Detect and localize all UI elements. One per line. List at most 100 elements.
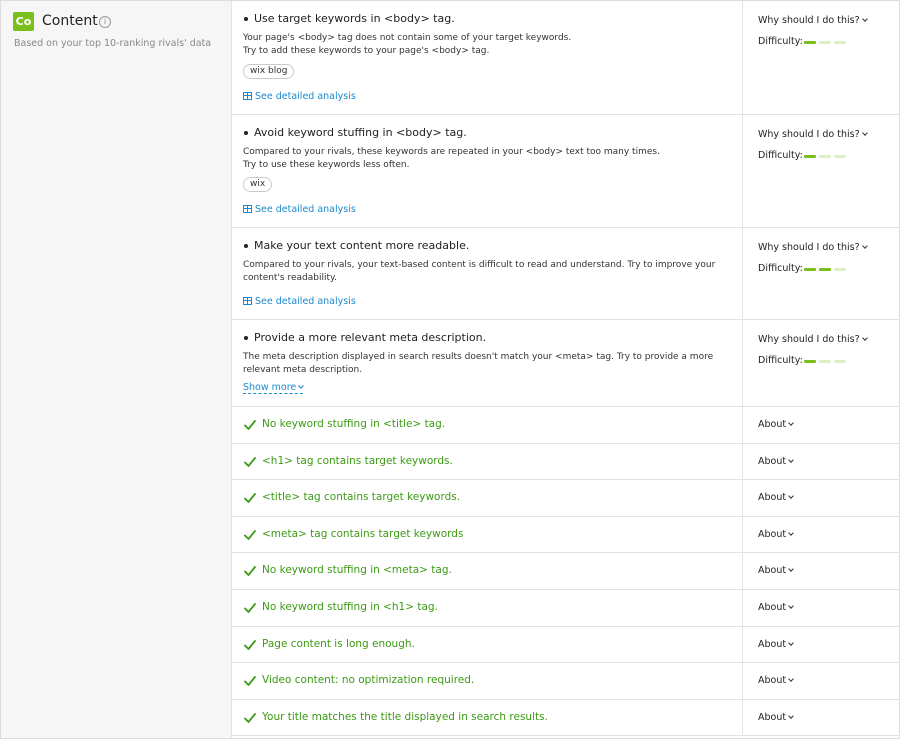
difficulty-bar xyxy=(819,268,831,271)
check-icon xyxy=(244,493,256,504)
chevron-down-icon xyxy=(788,493,794,500)
passed-check-text: Video content: no optimization required. xyxy=(262,674,475,687)
passed-check-text: No keyword stuffing in <title> tag. xyxy=(262,418,446,430)
passed-check-text: No keyword stuffing in <h1> tag. xyxy=(262,601,438,613)
check-icon xyxy=(244,529,256,540)
chevron-down-icon xyxy=(861,16,868,22)
why-toggle[interactable]: Why should I do this? xyxy=(758,334,868,345)
difficulty-bar xyxy=(834,360,846,363)
check-icon xyxy=(244,639,256,650)
check-icon xyxy=(244,566,256,577)
difficulty-bar xyxy=(819,155,831,158)
about-toggle[interactable]: About xyxy=(758,602,794,613)
info-icon[interactable]: i xyxy=(99,16,111,28)
see-analysis-link[interactable]: See detailed analysis xyxy=(243,296,356,307)
about-toggle[interactable]: About xyxy=(758,675,794,686)
check-icon xyxy=(244,456,256,467)
difficulty-bar xyxy=(804,41,816,44)
difficulty-bar xyxy=(804,155,816,158)
chevron-down-icon xyxy=(788,420,794,426)
recommendation-title: Avoid keyword stuffing in <body> tag. xyxy=(254,126,467,139)
about-toggle[interactable]: About xyxy=(758,419,794,430)
difficulty-bar xyxy=(804,268,816,271)
recommendation-description: The meta description displayed in search… xyxy=(243,352,714,375)
difficulty-bar xyxy=(834,268,846,271)
keyword-tag: wix blog xyxy=(243,64,295,79)
difficulty-meter xyxy=(804,360,846,363)
difficulty-label: Difficulty: xyxy=(758,150,803,161)
difficulty-label: Difficulty: xyxy=(758,36,803,47)
table-icon xyxy=(243,205,252,213)
chevron-down-icon xyxy=(788,603,794,609)
passed-check-row: <meta> tag contains target keywords About xyxy=(232,516,900,554)
recommendation-row: Avoid keyword stuffing in <body> tag. Co… xyxy=(232,115,900,228)
section-title: Content xyxy=(42,13,98,29)
content-panel: Co Content i Based on your top 10-rankin… xyxy=(0,0,900,739)
recommendation-title: Provide a more relevant meta description… xyxy=(254,331,487,344)
about-toggle[interactable]: About xyxy=(758,639,794,650)
bullet-icon xyxy=(244,244,248,248)
table-icon xyxy=(243,297,252,305)
why-toggle[interactable]: Why should I do this? xyxy=(758,15,868,26)
chevron-down-icon xyxy=(298,383,305,389)
chevron-down-icon xyxy=(788,566,794,573)
difficulty-meter xyxy=(804,155,846,158)
passed-check-text: <title> tag contains target keywords. xyxy=(262,491,461,504)
difficulty-meter xyxy=(804,268,846,271)
chevron-down-icon xyxy=(861,335,868,341)
recommendation-description: Your page's <body> tag does not contain … xyxy=(243,33,572,56)
about-toggle[interactable]: About xyxy=(758,492,794,503)
recommendation-description: Compared to your rivals, these keywords … xyxy=(243,147,660,170)
show-more-link[interactable]: Show more xyxy=(243,382,305,394)
passed-check-text: No keyword stuffing in <meta> tag. xyxy=(262,564,452,577)
about-toggle[interactable]: About xyxy=(758,529,794,540)
table-icon xyxy=(243,92,252,100)
recommendation-row: Use target keywords in <body> tag. Your … xyxy=(232,1,900,115)
why-toggle[interactable]: Why should I do this? xyxy=(758,129,868,140)
passed-check-text: <h1> tag contains target keywords. xyxy=(262,454,453,467)
check-icon xyxy=(244,603,256,613)
difficulty-bar xyxy=(834,41,846,44)
about-toggle[interactable]: About xyxy=(758,565,794,576)
why-toggle[interactable]: Why should I do this? xyxy=(758,242,868,253)
keyword-tag: wix xyxy=(243,177,273,192)
chevron-down-icon xyxy=(788,529,794,536)
chevron-down-icon xyxy=(788,639,794,646)
section-sidebar: Co Content i Based on your top 10-rankin… xyxy=(1,1,232,738)
recommendation-description: Compared to your rivals, your text-based… xyxy=(243,260,716,283)
recommendation-row: Provide a more relevant meta description… xyxy=(232,320,900,407)
passed-check-row: No keyword stuffing in <meta> tag. About xyxy=(232,553,900,590)
difficulty-bar xyxy=(819,360,831,363)
difficulty-label: Difficulty: xyxy=(758,355,803,366)
check-icon xyxy=(244,676,256,687)
passed-check-text: <meta> tag contains target keywords xyxy=(262,527,464,540)
passed-check-row: No keyword stuffing in <h1> tag. About xyxy=(232,590,900,627)
chevron-down-icon xyxy=(788,456,794,463)
recommendation-title: Make your text content more readable. xyxy=(254,239,470,252)
section-subtitle: Based on your top 10-ranking rivals' dat… xyxy=(14,38,212,49)
passed-check-text: Your title matches the title displayed i… xyxy=(262,710,548,723)
recommendation-title: Use target keywords in <body> tag. xyxy=(254,12,455,25)
recommendation-row: Make your text content more readable. Co… xyxy=(232,228,900,320)
bullet-icon xyxy=(244,336,248,340)
about-toggle[interactable]: About xyxy=(758,712,794,723)
section-badge: Co xyxy=(13,12,34,31)
chevron-down-icon xyxy=(861,243,868,249)
difficulty-bar xyxy=(804,360,816,363)
difficulty-bar xyxy=(819,41,831,44)
check-icon xyxy=(244,420,256,430)
chevron-down-icon xyxy=(788,676,794,683)
see-analysis-link[interactable]: See detailed analysis xyxy=(243,204,356,215)
passed-check-row: No keyword stuffing in <title> tag. About xyxy=(232,407,900,444)
passed-check-row: Your title matches the title displayed i… xyxy=(232,699,900,737)
passed-check-row: Page content is long enough. About xyxy=(232,626,900,664)
difficulty-meter xyxy=(804,41,846,44)
passed-check-row: <title> tag contains target keywords. Abo… xyxy=(232,480,900,517)
passed-check-row: <h1> tag contains target keywords. About xyxy=(232,443,900,481)
bullet-icon xyxy=(244,131,248,135)
difficulty-label: Difficulty: xyxy=(758,263,803,274)
passed-check-row: Video content: no optimization required.… xyxy=(232,663,900,700)
bullet-icon xyxy=(244,17,248,21)
about-toggle[interactable]: About xyxy=(758,456,794,467)
see-analysis-link[interactable]: See detailed analysis xyxy=(243,91,356,102)
